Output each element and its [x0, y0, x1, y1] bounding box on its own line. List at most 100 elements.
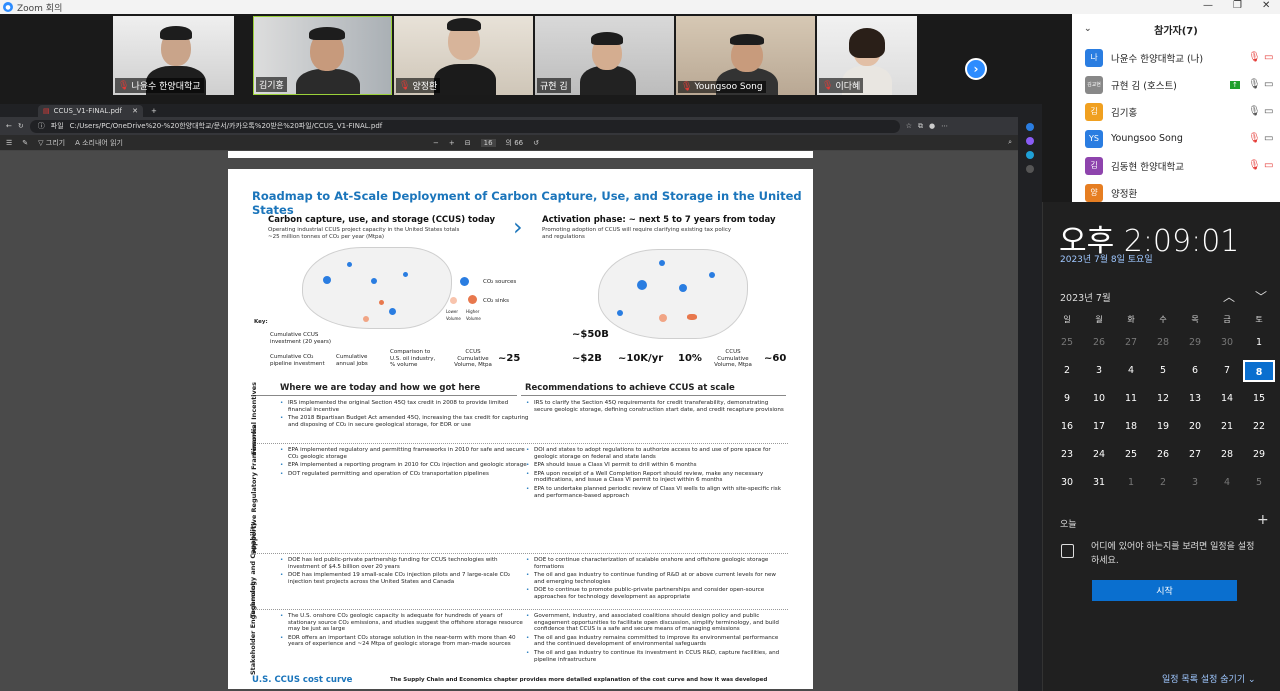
outlook-icon[interactable] [1026, 151, 1034, 159]
close-icon[interactable]: ✕ [1262, 0, 1270, 11]
maximize-icon[interactable]: ❐ [1233, 0, 1242, 11]
back-icon[interactable]: ← [6, 122, 12, 130]
calendar-day[interactable]: 31 [1083, 472, 1115, 494]
chevron-down-icon[interactable]: ﹀ [1255, 288, 1267, 305]
refresh-icon[interactable]: ↻ [18, 122, 24, 130]
video-tile[interactable]: 🎙 나윤수 한양대학교 [113, 16, 234, 95]
collections-icon[interactable]: ⧉ [918, 122, 923, 131]
more-icon[interactable]: ⋯ [941, 122, 948, 130]
calendar-day[interactable]: 22 [1243, 416, 1275, 438]
calendar-day[interactable]: 15 [1243, 388, 1275, 410]
participant-row[interactable]: 김 김기홍 🎙 ▭ [1072, 98, 1280, 125]
calendar-day[interactable]: 3 [1083, 360, 1115, 382]
new-tab-icon[interactable]: + [151, 107, 157, 115]
next-page-button[interactable]: › [965, 58, 987, 80]
previous-page-edge [228, 151, 813, 158]
calendar-day[interactable]: 19 [1147, 416, 1179, 438]
draw-label: 그리기 [45, 138, 66, 147]
calendar-day[interactable]: 26 [1083, 332, 1115, 354]
calendar-day[interactable]: 12 [1147, 388, 1179, 410]
calendar-day[interactable]: 17 [1083, 416, 1115, 438]
clock-date[interactable]: 2023년 7월 8일 토요일 [1060, 252, 1153, 265]
participant-row-name: 나윤수 한양대학교 (나) [1111, 53, 1204, 65]
calendar-day[interactable]: 4 [1211, 472, 1243, 494]
calendar-day[interactable]: 16 [1051, 416, 1083, 438]
calendar-day[interactable]: 1 [1243, 332, 1275, 354]
rotate-icon[interactable]: ↺ [533, 139, 539, 147]
calendar-day-selected[interactable]: 8 [1243, 360, 1275, 382]
video-tile[interactable]: 🎙 이다혜 [817, 16, 917, 95]
start-button[interactable]: 시작 [1092, 580, 1237, 601]
hide-agenda-link[interactable]: 일정 목록 설정 숨기기 ⌄ [1162, 672, 1256, 685]
calendar-day[interactable]: 29 [1179, 332, 1211, 354]
calendar-day[interactable]: 5 [1243, 472, 1275, 494]
key-investment: Cumulative CCUS investment (20 years) [270, 332, 331, 345]
calendar-day[interactable]: 25 [1115, 444, 1147, 466]
recommendations-heading: Recommendations to achieve CCUS at scale [525, 383, 735, 393]
calendar-day[interactable]: 20 [1179, 416, 1211, 438]
chevron-up-icon[interactable]: ︿ [1223, 288, 1235, 305]
draw-icon[interactable]: ▽ 그리기 [38, 138, 65, 148]
participant-row[interactable]: 김교현 규현 김 (호스트) ↑ 🎙 ▭ [1072, 71, 1280, 98]
participant-row[interactable]: 김 김동현 한양대학교 🎙 ▭ [1072, 152, 1280, 179]
calendar-day[interactable]: 10 [1083, 388, 1115, 410]
avatar: 김 [1085, 156, 1103, 175]
highlight-icon[interactable]: ✎ [22, 139, 28, 147]
calendar-day[interactable]: 2 [1051, 360, 1083, 382]
minimize-icon[interactable]: — [1203, 0, 1213, 11]
add-icon[interactable] [1026, 165, 1034, 173]
tools-icon[interactable] [1026, 137, 1034, 145]
address-bar[interactable]: ⓘ 파일 C:/Users/PC/OneDrive%20-%20한양대학교/문서… [29, 119, 900, 133]
profile-icon[interactable]: ● [929, 122, 935, 130]
zoom-in-icon[interactable]: + [449, 139, 455, 147]
calendar-day[interactable]: 1 [1115, 472, 1147, 494]
chevron-down-icon[interactable]: ⌄ [1084, 24, 1092, 34]
calendar-day[interactable]: 7 [1211, 360, 1243, 382]
video-tile[interactable]: 🎙 Youngsoo Song [676, 16, 815, 95]
calendar-month[interactable]: 2023년 7월 [1060, 290, 1111, 304]
calendar-day[interactable]: 11 [1115, 388, 1147, 410]
calendar-day[interactable]: 13 [1179, 388, 1211, 410]
calendar-day[interactable]: 29 [1243, 444, 1275, 466]
fit-icon[interactable]: ⊟ [465, 139, 471, 147]
calendar-day[interactable]: 23 [1051, 444, 1083, 466]
video-tile[interactable]: 규현 김 [535, 16, 674, 95]
calendar-day[interactable]: 30 [1051, 472, 1083, 494]
contents-icon[interactable]: ☰ [6, 139, 12, 147]
page-number-input[interactable]: 16 [480, 138, 496, 147]
browser-tab[interactable]: ▤ CCUS_V1-FINAL.pdf ✕ [38, 104, 143, 117]
calendar-day[interactable]: 18 [1115, 416, 1147, 438]
calendar-day[interactable]: 14 [1211, 388, 1243, 410]
calendar-day[interactable]: 24 [1083, 444, 1115, 466]
calendar-day[interactable]: 3 [1179, 472, 1211, 494]
key-volume: CCUS Cumulative Volume, Mtpa [454, 349, 492, 368]
heading-line [252, 395, 517, 396]
participant-row[interactable]: 나 나윤수 한양대학교 (나) 🎙 ▭ [1072, 44, 1280, 71]
calendar-day[interactable]: 26 [1147, 444, 1179, 466]
calendar-day[interactable]: 27 [1179, 444, 1211, 466]
search-icon[interactable]: ⌕ [1008, 138, 1012, 147]
read-aloud-button[interactable]: A 소리내어 읽기 [75, 138, 123, 148]
calendar-day[interactable]: 28 [1147, 332, 1179, 354]
calendar-day[interactable]: 5 [1147, 360, 1179, 382]
calendar-day[interactable]: 25 [1051, 332, 1083, 354]
row-left-list: DOE has led public-private partnership f… [280, 557, 530, 587]
favorite-icon[interactable]: ☆ [906, 122, 912, 130]
calendar-day[interactable]: 2 [1147, 472, 1179, 494]
calendar-day[interactable]: 30 [1211, 332, 1243, 354]
add-event-icon[interactable]: + [1257, 512, 1269, 528]
muted-mic-icon: 🎙 [822, 80, 834, 91]
zoom-out-icon[interactable]: − [433, 139, 439, 147]
close-tab-icon[interactable]: ✕ [132, 107, 138, 115]
calendar-day[interactable]: 21 [1211, 416, 1243, 438]
calendar-day[interactable]: 4 [1115, 360, 1147, 382]
calendar-day[interactable]: 6 [1179, 360, 1211, 382]
video-tile[interactable]: 🎙 양정환 [394, 16, 533, 95]
bing-icon[interactable] [1026, 123, 1034, 131]
calendar-day[interactable]: 27 [1115, 332, 1147, 354]
participant-row[interactable]: YS Youngsoo Song 🎙 ▭ [1072, 125, 1280, 152]
calendar-day[interactable]: 28 [1211, 444, 1243, 466]
calendar-day[interactable]: 9 [1051, 388, 1083, 410]
video-tile-active[interactable]: 김기홍 [253, 16, 392, 95]
arrow-icon: › [513, 213, 523, 241]
